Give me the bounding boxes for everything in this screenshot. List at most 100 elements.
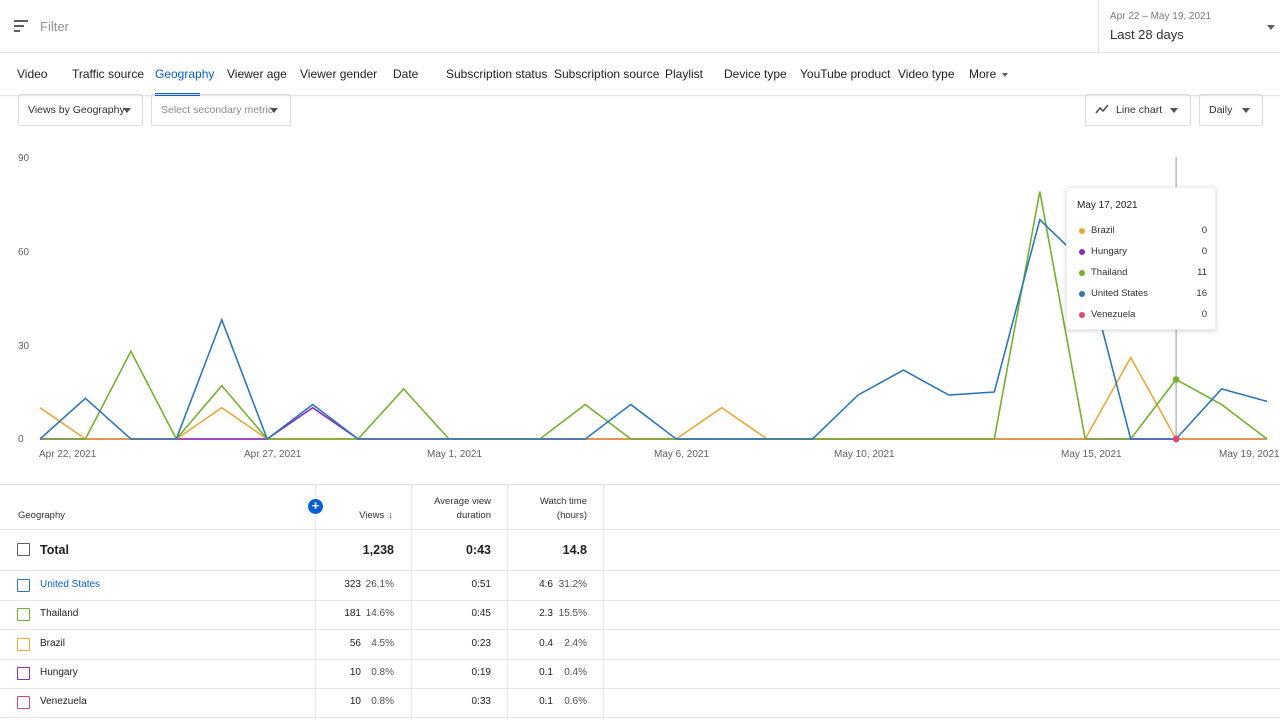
chevron-down-icon bbox=[1002, 72, 1009, 77]
column-divider bbox=[507, 485, 508, 720]
column-divider bbox=[603, 485, 604, 720]
tab-geography[interactable]: Geography bbox=[155, 67, 214, 81]
tab-subscription-status[interactable]: Subscription status bbox=[446, 67, 547, 81]
country-name: Thailand bbox=[40, 608, 79, 620]
row-divider bbox=[0, 687, 1280, 689]
date-preset-text: Last 28 days bbox=[1110, 27, 1184, 42]
watch-time-header[interactable]: Watch time (hours) bbox=[540, 495, 587, 523]
row-watch-pct: 0.6% bbox=[564, 696, 587, 708]
country-name: Venezuela bbox=[40, 696, 87, 708]
row-views: 10 bbox=[349, 666, 361, 678]
row-views: 323 bbox=[344, 579, 361, 590]
tab-youtube-product[interactable]: YouTube product bbox=[800, 67, 891, 81]
highlight-point-venezuela bbox=[1172, 435, 1180, 443]
tab-video-type[interactable]: Video type bbox=[898, 67, 955, 81]
tab-video[interactable]: Video bbox=[17, 67, 47, 81]
tooltip-row-value: 16 bbox=[1196, 288, 1207, 299]
avg-duration-header[interactable]: Average view duration bbox=[434, 495, 491, 523]
chart-type-dropdown[interactable]: Line chart bbox=[1085, 94, 1191, 126]
highlight-point-thailand bbox=[1172, 376, 1180, 383]
geography-table: Geography Views ↓ Average view duration W… bbox=[0, 484, 1280, 720]
filter-bar: Filter Apr 22 – May 19, 2021 Last 28 day… bbox=[0, 0, 1280, 53]
row-divider bbox=[0, 600, 1280, 601]
interval-dropdown[interactable]: Daily bbox=[1199, 94, 1263, 126]
country-name: Brazil bbox=[40, 637, 66, 649]
secondary-metric-label: Select secondary metric bbox=[161, 104, 274, 116]
chevron-down-icon bbox=[123, 108, 131, 113]
chart-type-label: Line chart bbox=[1116, 104, 1163, 116]
line-chart-icon bbox=[1095, 104, 1109, 114]
legend-dot-icon bbox=[1079, 249, 1085, 255]
row-checkbox[interactable] bbox=[17, 696, 30, 710]
total-checkbox[interactable] bbox=[17, 543, 30, 556]
filter-input[interactable]: Filter bbox=[40, 19, 69, 34]
row-views-pct: 26.1% bbox=[365, 579, 394, 590]
watch-time-header-line: (hours) bbox=[556, 510, 587, 521]
dimension-tabs: Video Traffic source Geography Viewer ag… bbox=[0, 54, 1280, 96]
row-views-pct: 0.8% bbox=[371, 666, 394, 678]
row-divider bbox=[0, 529, 1280, 530]
row-watch-pct: 2.4% bbox=[564, 637, 587, 649]
row-avg-duration: 0:19 bbox=[471, 666, 491, 678]
add-metric-button[interactable]: + bbox=[308, 499, 323, 514]
tooltip-row-value: 11 bbox=[1197, 267, 1207, 278]
tab-viewer-age[interactable]: Viewer age bbox=[227, 67, 287, 81]
x-tick-label: May 19, 2021 bbox=[1219, 449, 1280, 460]
row-avg-duration: 0:45 bbox=[471, 608, 491, 620]
secondary-metric-dropdown[interactable]: Select secondary metric bbox=[151, 94, 291, 126]
row-avg-duration: 0:33 bbox=[471, 696, 491, 708]
tab-more-label: More bbox=[969, 67, 997, 81]
tooltip-row: Brazil 0 bbox=[1077, 225, 1207, 239]
row-views: 10 bbox=[349, 696, 361, 708]
country-name: Hungary bbox=[40, 666, 78, 678]
column-divider bbox=[411, 485, 412, 720]
x-tick-label: May 10, 2021 bbox=[834, 449, 895, 460]
row-watch-pct: 31.2% bbox=[558, 579, 587, 590]
tab-subscription-source[interactable]: Subscription source bbox=[554, 67, 659, 81]
country-name[interactable]: United States bbox=[40, 579, 100, 590]
tab-device-type[interactable]: Device type bbox=[724, 67, 787, 81]
tooltip-row-value: 0 bbox=[1201, 246, 1207, 257]
tooltip-row-name: Venezuela bbox=[1091, 309, 1136, 320]
tooltip-date: May 17, 2021 bbox=[1077, 200, 1138, 211]
tooltip-row-value: 0 bbox=[1201, 309, 1207, 320]
metric-dropdown[interactable]: Views by Geography bbox=[18, 94, 143, 126]
chevron-down-icon bbox=[1170, 108, 1178, 113]
legend-dot-icon bbox=[1079, 312, 1085, 318]
row-views-pct: 4.5% bbox=[371, 637, 394, 649]
total-watch-time: 14.8 bbox=[562, 543, 587, 557]
interval-label: Daily bbox=[1209, 104, 1233, 116]
row-views-pct: 0.8% bbox=[371, 696, 394, 708]
avg-duration-header-line: duration bbox=[456, 510, 491, 521]
legend-dot-icon bbox=[1079, 228, 1085, 234]
x-tick-label: May 15, 2021 bbox=[1061, 449, 1122, 460]
total-views: 1,238 bbox=[362, 543, 394, 557]
views-header-label: Views bbox=[359, 510, 385, 521]
tooltip-row-name: Hungary bbox=[1091, 246, 1127, 257]
tab-traffic-source[interactable]: Traffic source bbox=[72, 67, 144, 81]
chevron-down-icon bbox=[1242, 108, 1250, 113]
tab-date[interactable]: Date bbox=[393, 67, 418, 81]
tab-more[interactable]: More bbox=[969, 67, 1009, 81]
row-checkbox[interactable] bbox=[17, 637, 30, 651]
row-avg-duration: 0:23 bbox=[471, 637, 491, 649]
row-watch-time: 0.4 bbox=[539, 637, 553, 649]
row-watch-pct: 15.5% bbox=[558, 608, 587, 620]
views-header[interactable]: Views ↓ bbox=[359, 509, 393, 523]
row-views: 56 bbox=[349, 637, 361, 649]
tab-playlist[interactable]: Playlist bbox=[665, 67, 703, 81]
chevron-down-icon bbox=[1267, 25, 1275, 30]
row-checkbox[interactable] bbox=[17, 579, 30, 592]
filter-icon[interactable] bbox=[14, 20, 28, 32]
row-watch-pct: 0.4% bbox=[564, 666, 587, 678]
geography-header: Geography bbox=[18, 510, 66, 521]
date-range-text: Apr 22 – May 19, 2021 bbox=[1110, 11, 1212, 22]
tab-viewer-gender[interactable]: Viewer gender bbox=[300, 67, 377, 81]
tooltip-row: Hungary 0 bbox=[1077, 246, 1207, 260]
x-tick-label: Apr 27, 2021 bbox=[244, 449, 302, 460]
legend-dot-icon bbox=[1079, 291, 1085, 297]
date-range-selector[interactable]: Apr 22 – May 19, 2021 Last 28 days bbox=[1098, 0, 1280, 53]
row-watch-time: 2.3 bbox=[539, 608, 553, 620]
row-checkbox[interactable] bbox=[17, 608, 30, 622]
row-checkbox[interactable] bbox=[17, 666, 30, 680]
